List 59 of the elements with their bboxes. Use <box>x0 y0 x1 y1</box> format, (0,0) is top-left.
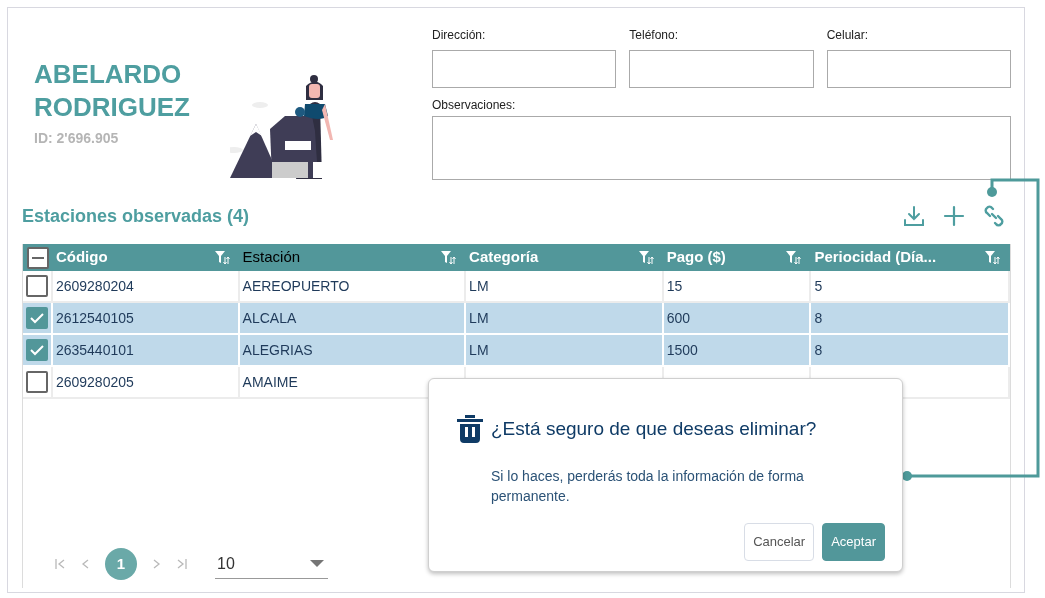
cancel-button[interactable]: Cancelar <box>744 523 815 561</box>
checkbox[interactable] <box>25 339 48 361</box>
add-icon[interactable] <box>942 204 966 228</box>
checkbox[interactable] <box>25 307 48 329</box>
last-page-icon[interactable] <box>175 557 189 571</box>
field-label: Teléfono: <box>629 27 680 44</box>
table-cell-text: 15 <box>666 276 683 296</box>
table-cell-text: ALEGRIAS <box>242 340 313 360</box>
field-label: Observaciones: <box>432 97 517 114</box>
input-field[interactable] <box>629 50 814 88</box>
column-header[interactable]: Pago ($) <box>666 246 726 269</box>
page-button[interactable]: 1 <box>105 548 137 580</box>
table-cell-text: 2609280204 <box>55 276 134 296</box>
section-title: Estaciones observadas (4) <box>22 204 250 228</box>
filter-icon[interactable] <box>638 250 654 265</box>
first-page-icon[interactable] <box>53 557 67 571</box>
table-cell-text: 1500 <box>666 340 698 360</box>
filter-icon[interactable] <box>985 250 1000 265</box>
table-cell-text: 8 <box>814 308 823 328</box>
table-cell-text: 8 <box>814 340 823 360</box>
field-label: Dirección: <box>432 27 487 44</box>
filter-icon[interactable] <box>214 250 230 265</box>
table-cell-text: 2612540105 <box>55 308 134 328</box>
dropdown-icon <box>310 559 324 568</box>
check-icon <box>29 344 44 356</box>
table-cell-text: 2635440101 <box>55 340 134 360</box>
unlink-icon[interactable] <box>982 204 1006 228</box>
filter-icon[interactable] <box>786 250 802 265</box>
filter-icon[interactable] <box>441 250 457 265</box>
accept-button[interactable]: Aceptar <box>822 523 885 561</box>
input-field[interactable] <box>432 50 617 88</box>
check-icon <box>29 312 44 324</box>
download-icon[interactable] <box>902 204 926 228</box>
table-cell-text: 2609280205 <box>55 372 134 392</box>
input-field[interactable] <box>826 50 1011 88</box>
column-header[interactable]: Código <box>55 246 108 269</box>
checkbox[interactable] <box>25 275 48 297</box>
table-cell-text: AEREOPUERTO <box>242 276 350 296</box>
notes-field[interactable] <box>432 116 1011 180</box>
table-cell-text: LM <box>469 276 489 296</box>
dialog-message: Si lo haces, perderás toda la información de forma permanente. <box>491 466 805 506</box>
checkbox[interactable] <box>26 246 49 269</box>
table-cell-text: 600 <box>666 308 691 328</box>
table-cell-text: 5 <box>814 276 823 296</box>
table-cell-text: AMAIME <box>242 372 298 392</box>
table-cell-text: LM <box>469 308 489 328</box>
customer-id: ID: 2'696.905 <box>34 129 120 148</box>
field-label: Celular: <box>826 27 869 44</box>
table-cell-text: ALCALA <box>242 308 297 328</box>
checkbox[interactable] <box>25 371 48 393</box>
dialog-title: ¿Está seguro de que deseas eliminar? <box>491 417 817 441</box>
column-header[interactable]: Categoría <box>469 246 539 269</box>
minus-icon <box>31 256 44 259</box>
column-header[interactable]: Estación <box>242 246 301 269</box>
customer-name: ABELARDO RODRIGUEZ <box>34 58 191 124</box>
table-cell-text: LM <box>469 340 489 360</box>
trash-icon <box>457 415 483 444</box>
page-size-select[interactable]: 10 <box>215 549 328 579</box>
column-header[interactable]: Periocidad (Día... <box>814 246 937 269</box>
